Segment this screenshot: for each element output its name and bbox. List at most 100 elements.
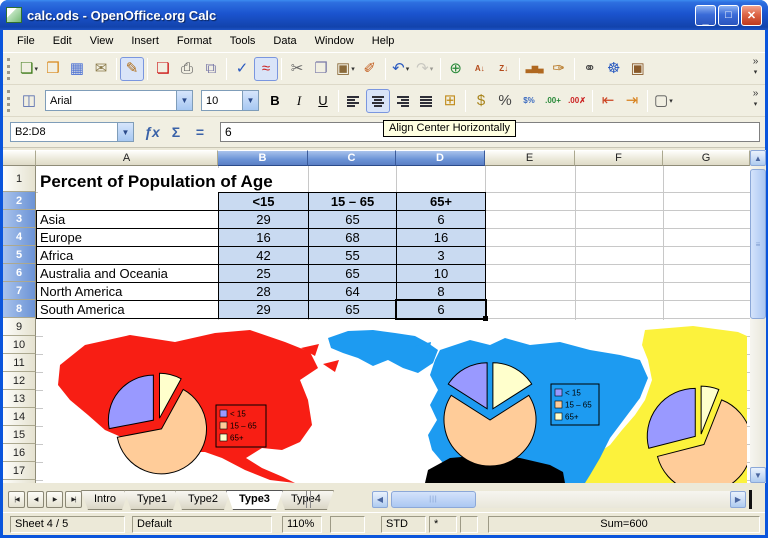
cell-A4[interactable]: Europe bbox=[36, 228, 219, 247]
row-header-2[interactable]: 2 bbox=[3, 192, 36, 210]
row-header-12[interactable]: 12 bbox=[3, 372, 36, 390]
email-document-button[interactable]: ✉ bbox=[89, 57, 113, 81]
add-decimal-button[interactable]: .00+ bbox=[541, 89, 565, 113]
cell-D3[interactable]: 6 bbox=[396, 210, 486, 229]
row-header-4[interactable]: 4 bbox=[3, 228, 36, 246]
menu-data[interactable]: Data bbox=[264, 32, 305, 50]
menu-edit[interactable]: Edit bbox=[44, 32, 81, 50]
increase-indent-button[interactable]: ⇥ bbox=[620, 89, 644, 113]
close-button[interactable]: ✕ bbox=[741, 5, 762, 26]
cell-D2[interactable]: 65+ bbox=[396, 192, 486, 211]
sum-button[interactable]: Σ bbox=[164, 121, 188, 143]
scroll-right-button[interactable]: ▶ bbox=[730, 491, 746, 508]
select-all-corner[interactable] bbox=[3, 150, 36, 166]
cell-D5[interactable]: 3 bbox=[396, 246, 486, 265]
next-sheet-button[interactable]: ▶ bbox=[46, 491, 63, 508]
toolbar-grip[interactable] bbox=[7, 90, 13, 112]
align-left-button[interactable] bbox=[342, 89, 366, 113]
export-pdf-button[interactable]: ❏ bbox=[151, 57, 175, 81]
copy-button[interactable]: ❐ bbox=[309, 57, 333, 81]
row-header-3[interactable]: 3 bbox=[3, 210, 36, 228]
sheet-tab-intro[interactable]: Intro bbox=[81, 490, 129, 510]
decrease-indent-button[interactable]: ⇤ bbox=[596, 89, 620, 113]
scroll-left-button[interactable]: ◀ bbox=[372, 491, 388, 508]
merge-cells-button[interactable]: ⊞ bbox=[438, 89, 462, 113]
navigator-button[interactable]: ☸ bbox=[602, 57, 626, 81]
menu-tools[interactable]: Tools bbox=[221, 32, 265, 50]
styles-window-button[interactable]: ◫ bbox=[17, 89, 41, 113]
row-header-6[interactable]: 6 bbox=[3, 264, 36, 282]
status-page-style[interactable]: Default bbox=[132, 516, 272, 533]
new-document-button[interactable]: ❏▾ bbox=[17, 57, 41, 81]
function-wizard-button[interactable]: ƒx bbox=[140, 121, 164, 143]
cell-B7[interactable]: 28 bbox=[218, 282, 309, 301]
cell-D4[interactable]: 16 bbox=[396, 228, 486, 247]
formula-button[interactable]: = bbox=[188, 121, 212, 143]
toolbar-grip[interactable] bbox=[7, 58, 13, 80]
cell-B4[interactable]: 16 bbox=[218, 228, 309, 247]
percent-format-button[interactable]: % bbox=[493, 89, 517, 113]
fill-handle[interactable] bbox=[483, 316, 488, 321]
cell-grid[interactable]: Percent of Population of Age<1515 – 6565… bbox=[36, 166, 750, 483]
window-split-handle[interactable] bbox=[749, 490, 752, 509]
menu-format[interactable]: Format bbox=[168, 32, 221, 50]
toolbar-overflow-icon[interactable]: »▾ bbox=[749, 56, 762, 78]
cell-C4[interactable]: 68 bbox=[308, 228, 397, 247]
title-bar[interactable]: calc.ods - OpenOffice.org Calc _ □ ✕ bbox=[0, 0, 768, 30]
find-replace-button[interactable]: ⚭ bbox=[578, 57, 602, 81]
cell-A3[interactable]: Asia bbox=[36, 210, 219, 229]
column-header-D[interactable]: D bbox=[396, 150, 485, 166]
paste-button[interactable]: ▣▾ bbox=[333, 57, 358, 81]
status-sheet-position[interactable]: Sheet 4 / 5 bbox=[10, 516, 125, 533]
row-header-8[interactable]: 8 bbox=[3, 300, 36, 318]
chevron-down-icon[interactable]: ▼ bbox=[242, 91, 258, 110]
menu-help[interactable]: Help bbox=[363, 32, 404, 50]
active-cell-D8[interactable] bbox=[395, 299, 487, 320]
insert-chart-button[interactable]: ▃▆▄ bbox=[523, 57, 547, 81]
cell-A8[interactable]: South America bbox=[36, 300, 219, 319]
cell-C3[interactable]: 65 bbox=[308, 210, 397, 229]
font-name-combo[interactable]: Arial▼ bbox=[45, 90, 193, 111]
standard-format-button[interactable]: $% bbox=[517, 89, 541, 113]
cell-D6[interactable]: 10 bbox=[396, 264, 486, 283]
menu-window[interactable]: Window bbox=[306, 32, 363, 50]
row-header-11[interactable]: 11 bbox=[3, 354, 36, 372]
cell-C6[interactable]: 65 bbox=[308, 264, 397, 283]
scroll-up-button[interactable]: ▲ bbox=[750, 150, 766, 166]
row-header-18[interactable]: 18 bbox=[3, 480, 36, 483]
sort-descending-button[interactable]: Z↓ bbox=[492, 57, 516, 81]
maximize-button[interactable]: □ bbox=[718, 5, 739, 26]
auto-spellcheck-button[interactable]: ≈ bbox=[254, 57, 278, 81]
cell-C7[interactable]: 64 bbox=[308, 282, 397, 301]
first-sheet-button[interactable]: |◀ bbox=[8, 491, 25, 508]
row-header-5[interactable]: 5 bbox=[3, 246, 36, 264]
open-document-button[interactable]: ❒ bbox=[41, 57, 65, 81]
show-draw-functions-button[interactable]: ✑ bbox=[547, 57, 571, 81]
previous-sheet-button[interactable]: ◀ bbox=[27, 491, 44, 508]
align-center-button[interactable] bbox=[366, 89, 390, 113]
sort-ascending-button[interactable]: A↓ bbox=[468, 57, 492, 81]
column-header-E[interactable]: E bbox=[485, 150, 575, 166]
row-header-14[interactable]: 14 bbox=[3, 408, 36, 426]
last-sheet-button[interactable]: ▶| bbox=[65, 491, 82, 508]
menu-view[interactable]: View bbox=[81, 32, 123, 50]
cell-B3[interactable]: 29 bbox=[218, 210, 309, 229]
edit-file-button[interactable]: ✎ bbox=[120, 57, 144, 81]
sheet-tab-type2[interactable]: Type2 bbox=[175, 490, 231, 510]
status-signature[interactable] bbox=[460, 516, 478, 533]
cell-B8[interactable]: 29 bbox=[218, 300, 309, 319]
italic-button[interactable]: I bbox=[287, 89, 311, 113]
map-pie-chart-object[interactable]: < 1515 – 6565+< 1515 – 6565+ bbox=[43, 320, 747, 483]
cell-C5[interactable]: 55 bbox=[308, 246, 397, 265]
save-button[interactable]: ▦ bbox=[65, 57, 89, 81]
name-box[interactable]: B2:D8 ▼ bbox=[10, 122, 134, 142]
cut-button[interactable]: ✂ bbox=[285, 57, 309, 81]
align-justified-button[interactable] bbox=[414, 89, 438, 113]
status-insert-mode[interactable] bbox=[330, 516, 365, 533]
cell-B5[interactable]: 42 bbox=[218, 246, 309, 265]
hyperlink-button[interactable]: ⊕ bbox=[444, 57, 468, 81]
chevron-down-icon[interactable]: ▼ bbox=[176, 91, 192, 110]
minimize-button[interactable]: _ bbox=[695, 5, 716, 26]
horizontal-scrollbar[interactable]: ◀ ||| ▶ bbox=[372, 491, 746, 508]
currency-format-button[interactable]: $ bbox=[469, 89, 493, 113]
